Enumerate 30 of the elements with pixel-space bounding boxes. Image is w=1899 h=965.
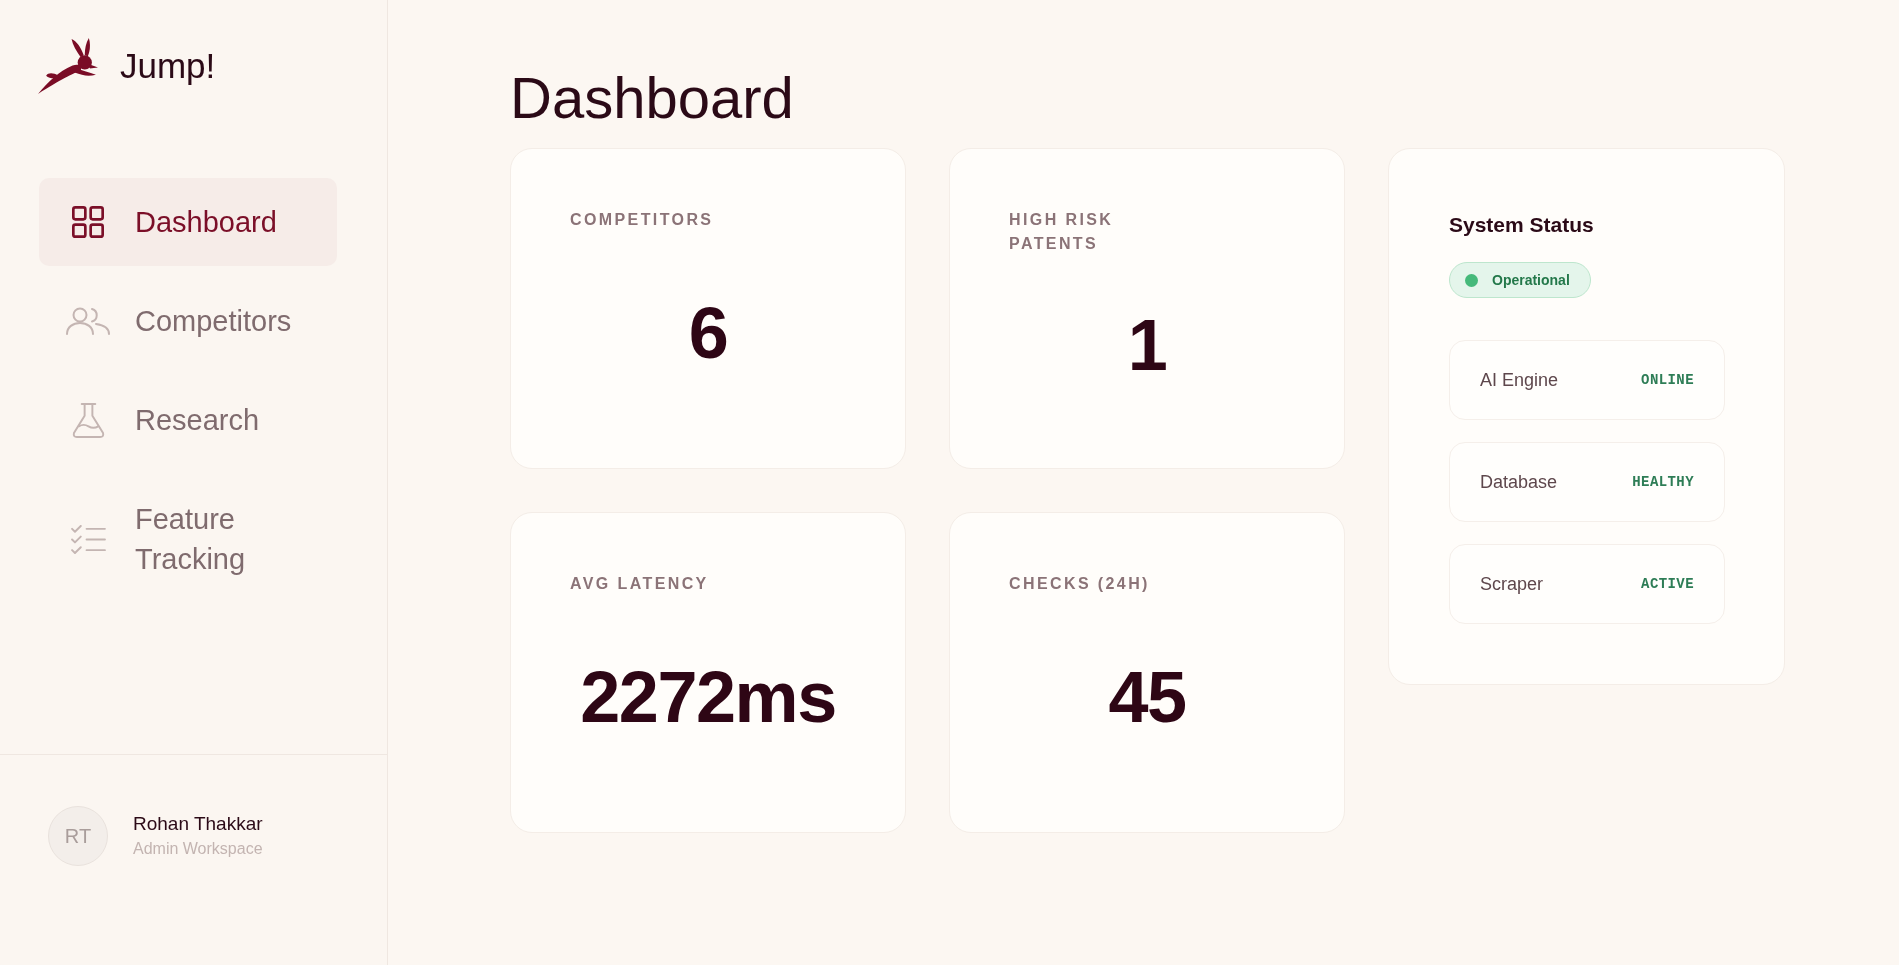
nav-item[interactable]: Competitors: [39, 277, 337, 365]
stat-value: 1: [1127, 308, 1167, 381]
grid-icon: [72, 206, 104, 238]
flask-icon: [71, 402, 105, 438]
badge-label: Operational: [1492, 270, 1570, 290]
brand-name: Jump!: [120, 45, 216, 87]
service-name: Scraper: [1480, 572, 1544, 596]
stat-value: 45: [1108, 660, 1186, 733]
nav-item[interactable]: Feature Tracking: [39, 475, 337, 603]
nav-item[interactable]: Research: [39, 376, 337, 464]
nav-item[interactable]: Dashboard: [39, 178, 337, 266]
stat-value: 2272ms: [580, 660, 836, 733]
user-role: Admin Workspace: [133, 839, 263, 859]
service-name: Database: [1480, 470, 1558, 494]
card-title: System Status: [1449, 212, 1594, 238]
rabbit-logo-icon: [38, 38, 98, 94]
service-status: ONLINE: [1641, 370, 1694, 390]
stat-label: CHECKS (24H): [1009, 574, 1151, 594]
users-icon: [66, 307, 110, 335]
stat-value: 6: [688, 296, 728, 369]
user-name: Rohan Thakkar: [133, 812, 263, 836]
avatar: RT: [48, 806, 108, 866]
service-status: ACTIVE: [1641, 574, 1694, 594]
stat-label: HIGH RISK PATENTS: [1009, 210, 1115, 254]
stat-label: AVG LATENCY: [570, 574, 710, 594]
page-title: Dashboard: [510, 64, 794, 132]
service-name: AI Engine: [1480, 368, 1559, 392]
stat-label: COMPETITORS: [570, 210, 715, 230]
service-status: HEALTHY: [1632, 472, 1694, 492]
checklist-icon: [70, 524, 106, 554]
